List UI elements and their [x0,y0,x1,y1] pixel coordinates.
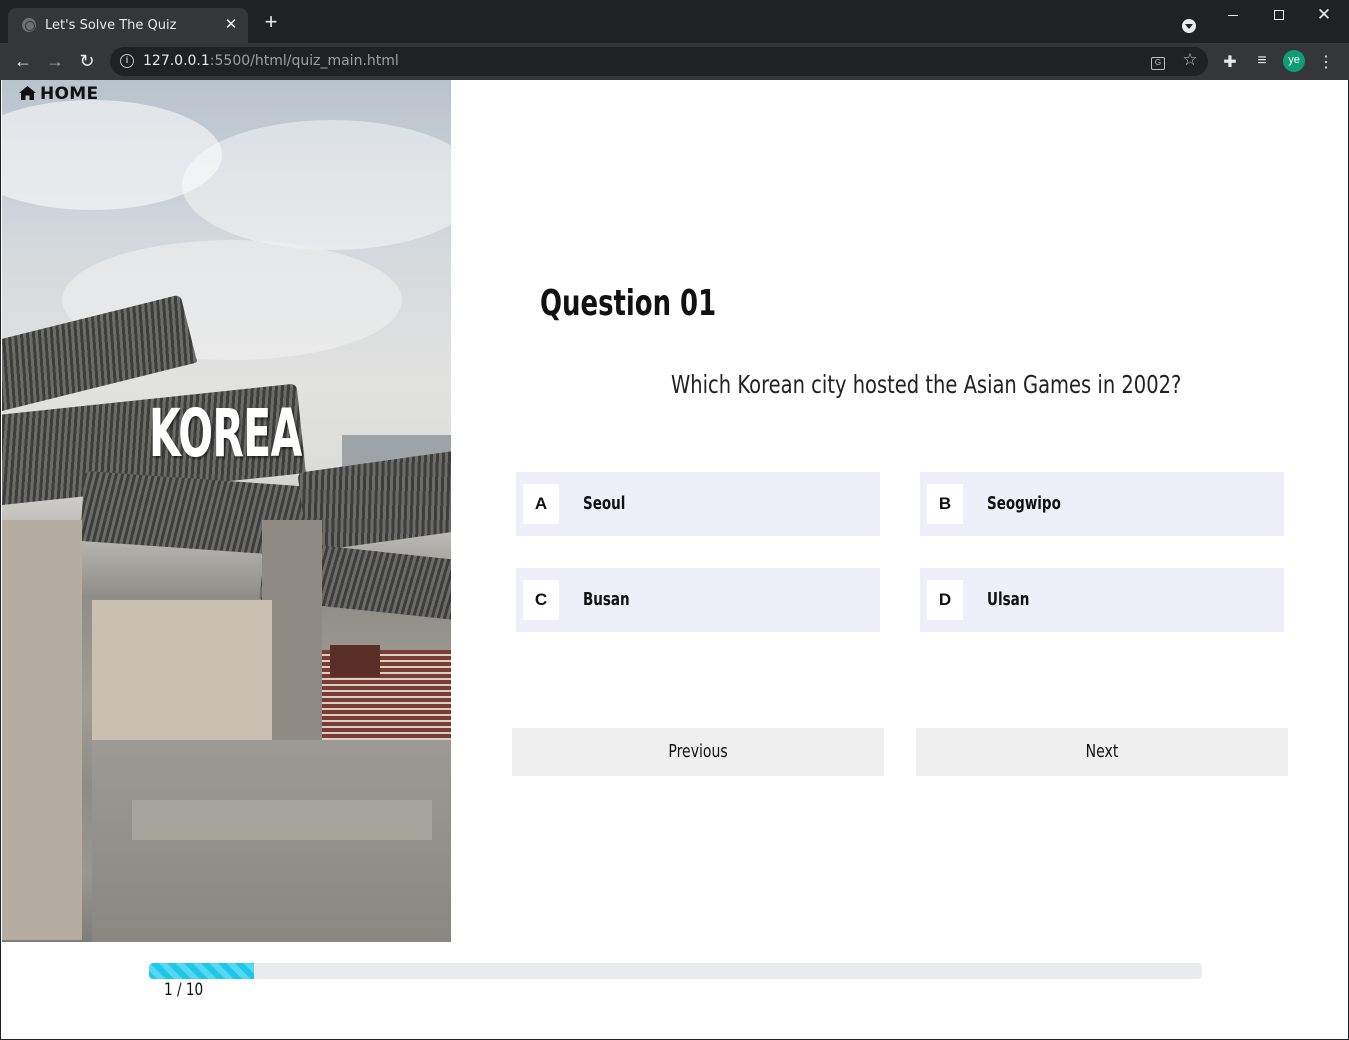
country-title: KOREA [149,395,302,472]
home-icon [19,86,36,100]
option-label: Busan [583,589,630,610]
tab-title: Let's Solve The Quiz [45,18,177,33]
bookmark-star-icon[interactable]: ☆ [1180,50,1200,70]
answer-option-a[interactable]: A Seoul [516,472,880,536]
minimize-icon[interactable] [1221,6,1245,26]
progress-counter: 1 / 10 [164,980,204,1000]
option-letter: C [523,580,559,620]
quiz-page: HOME KOREA Question 01 Which Korean city… [0,80,1349,1040]
answer-option-d[interactable]: D Ulsan [920,568,1284,632]
window-close-icon[interactable]: ✕ [1312,6,1336,26]
maximize-icon[interactable] [1267,6,1291,26]
reload-icon[interactable]: ↻ [76,51,98,71]
translate-icon[interactable]: G [1148,52,1168,70]
progress-bar [149,963,1202,979]
extensions-puzzle-icon[interactable]: ✚ [1220,52,1240,72]
home-label: HOME [40,84,99,104]
globe-icon [22,18,36,32]
option-label: Ulsan [987,589,1030,610]
option-label: Seoul [583,493,626,514]
profile-avatar[interactable]: ye [1283,50,1305,72]
address-bar[interactable]: i 127.0.0.1:5500/html/quiz_main.html G ☆ [110,47,1208,76]
new-tab-icon[interactable]: + [260,11,282,33]
browser-tab[interactable]: Let's Solve The Quiz ✕ [8,8,248,43]
more-menu-icon[interactable]: ⋮ [1316,52,1336,72]
answer-option-b[interactable]: B Seogwipo [920,472,1284,536]
previous-button[interactable]: Previous [512,728,884,776]
answer-option-c[interactable]: C Busan [516,568,880,632]
browser-toolbar: ← → ↻ i 127.0.0.1:5500/html/quiz_main.ht… [0,43,1349,80]
question-number: Question 01 [540,283,717,324]
close-tab-icon[interactable]: ✕ [222,15,240,35]
info-icon[interactable]: i [120,54,134,68]
media-control-icon[interactable]: ≡ [1252,52,1272,70]
back-arrow-icon[interactable]: ← [12,51,34,71]
option-letter: B [927,484,963,524]
question-text: Which Korean city hosted the Asian Games… [671,370,1182,399]
progress-fill [149,963,255,979]
url-text[interactable]: 127.0.0.1:5500/html/quiz_main.html [143,53,399,69]
next-button[interactable]: Next [916,728,1288,776]
tab-search-icon[interactable] [1182,19,1196,33]
home-link[interactable]: HOME [18,84,98,104]
option-label: Seogwipo [987,493,1061,514]
browser-titlebar: Let's Solve The Quiz ✕ + ✕ [0,0,1349,43]
option-letter: A [523,484,559,524]
forward-arrow-icon[interactable]: → [44,51,66,71]
hero-image-panel: HOME KOREA [2,80,451,942]
option-letter: D [927,580,963,620]
